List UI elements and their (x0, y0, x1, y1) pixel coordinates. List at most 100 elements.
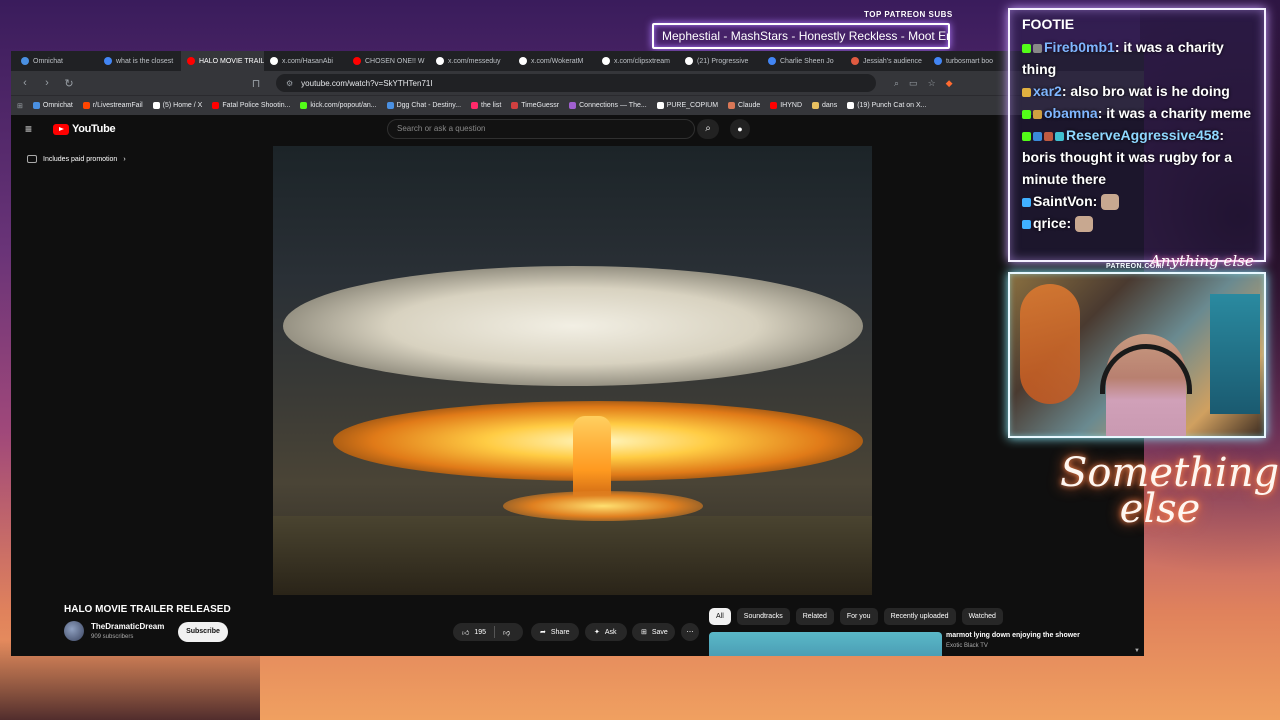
bookmark-favicon-icon (728, 102, 736, 109)
save-button[interactable]: ⊞ Save (632, 623, 675, 641)
more-options-icon[interactable]: ⋯ (681, 623, 699, 641)
bookmark-label: Claude (738, 102, 761, 109)
chat-badge-icon (1022, 131, 1031, 141)
browser-tab[interactable]: Charlie Sheen Jo (762, 51, 845, 71)
bookmark-favicon-icon (812, 102, 820, 109)
tab-label: x.com/WokeratM (531, 57, 584, 65)
recommended-video-thumbnail[interactable] (709, 632, 942, 656)
bookmark-label: Omnichat (42, 102, 73, 109)
chat-username[interactable]: SaintVon (1033, 193, 1093, 209)
chat-username[interactable]: ReserveAggressive458 (1066, 127, 1219, 143)
browser-tab[interactable]: HALO MOVIE TRAILER× (181, 51, 264, 71)
filter-chip[interactable]: Related (795, 608, 834, 625)
bookmark-label: TimeGuessr (521, 102, 560, 109)
bookmark-item[interactable]: (5) Home / X (152, 102, 202, 109)
zoom-icon[interactable]: ⌕ (894, 78, 899, 89)
bookmark-item[interactable]: Claude (728, 102, 760, 109)
save-icon: ⊞ (641, 629, 647, 636)
star-icon[interactable]: ☆ (928, 78, 936, 89)
bookmark-icon[interactable]: ⊓ (250, 77, 262, 90)
channel-name[interactable]: TheDramaticDream (91, 622, 164, 631)
bookmark-item[interactable]: Fatal Police Shootin... (212, 102, 290, 109)
webcam-shelf (1210, 294, 1260, 414)
bookmark-item[interactable]: the list (471, 102, 501, 109)
recommended-video-title[interactable]: marmot lying down enjoying the shower (946, 632, 1080, 639)
bookmark-item[interactable]: r/LivestreamFail (82, 102, 143, 109)
filter-chip[interactable]: Recently uploaded (883, 608, 956, 625)
youtube-logo[interactable]: YouTube (53, 123, 116, 135)
tab-label: CHOSEN ONE!! W (365, 57, 425, 65)
bookmark-label: (19) Punch Cat on X... (857, 102, 927, 109)
chat-badge-icon (1033, 109, 1042, 119)
tab-label: x.com/clipsxtream (614, 57, 671, 65)
share-button[interactable]: ➦ Share (531, 623, 579, 641)
bookmark-favicon-icon (656, 102, 664, 109)
chat-badge-icon (1055, 131, 1064, 141)
reload-icon[interactable]: ↻ (63, 77, 75, 90)
bookmark-item[interactable]: kick.com/popout/an... (300, 102, 377, 109)
bookmark-item[interactable]: PURE_COPIUM (656, 102, 718, 109)
promotion-icon (27, 155, 37, 163)
bookmark-item[interactable]: (19) Punch Cat on X... (847, 102, 926, 109)
video-player[interactable] (273, 146, 872, 595)
bookmark-item[interactable]: Connections — The... (569, 102, 647, 109)
chat-badge-icon (1022, 219, 1031, 229)
chat-message: ReserveAggressive458: boris thought it w… (1022, 124, 1252, 190)
url-field[interactable]: ⚙ youtube.com/watch?v=SkYTHTen71I (276, 74, 876, 92)
browser-window: Omnichat what is the closest HALO MOVIE TR… (11, 51, 1144, 656)
channel-avatar[interactable] (64, 621, 84, 641)
microphone-icon[interactable]: ● (730, 119, 750, 139)
bookmark-item[interactable]: TimeGuessr (511, 102, 559, 109)
chat-username[interactable]: obamna (1044, 105, 1098, 121)
search-icon[interactable]: ⌕ (697, 119, 719, 139)
back-icon[interactable]: ‹ (19, 77, 31, 89)
bookmark-item[interactable]: IHYND (770, 102, 802, 109)
tab-label: HALO MOVIE TRAILER (199, 57, 264, 65)
browser-tab[interactable]: Jessiah's audience (845, 51, 928, 71)
forward-icon[interactable]: › (41, 77, 53, 89)
browser-tab[interactable]: turbosmart boo (928, 51, 1011, 71)
chat-username[interactable]: qrice (1033, 215, 1066, 231)
bookmark-label: r/LivestreamFail (92, 102, 143, 109)
bookmark-favicon-icon (770, 102, 778, 109)
browser-tab[interactable]: Omnichat (15, 51, 98, 71)
extension-icon[interactable]: ◆ (946, 78, 953, 89)
browser-tab[interactable]: x.com/clipsxtream (596, 51, 679, 71)
tab-label: Charlie Sheen Jo (780, 57, 834, 65)
browser-tab[interactable]: (21) Progressive (679, 51, 762, 71)
recommended-video-channel[interactable]: Exotic Black TV (946, 643, 988, 649)
tab-label: Omnichat (33, 57, 63, 65)
browser-tab[interactable]: what is the closest (98, 51, 181, 71)
search-input[interactable]: Search or ask a question (387, 119, 695, 139)
apps-icon[interactable]: ⊞ (17, 102, 23, 110)
browser-tab[interactable]: CHOSEN ONE!! W (347, 51, 430, 71)
like-dislike-group[interactable]: 👍︎ 195 👎︎ (453, 623, 523, 641)
tab-favicon-icon (187, 57, 195, 65)
filter-chip[interactable]: All (709, 608, 731, 625)
like-count: 195 (474, 628, 487, 636)
filter-chip[interactable]: For you (839, 608, 878, 625)
cast-icon[interactable]: ▭ (909, 78, 918, 89)
browser-tab[interactable]: x.com/HasanAbi (264, 51, 347, 71)
chat-username[interactable]: Fireb0mb1 (1044, 39, 1115, 55)
thumbs-down-icon[interactable]: 👎︎ (503, 628, 510, 637)
filter-chip[interactable]: Soundtracks (736, 608, 790, 625)
filter-chip[interactable]: Watched (961, 608, 1003, 625)
browser-tab[interactable]: x.com/WokeratM (513, 51, 596, 71)
browser-tab[interactable]: x.com/messeduy (430, 51, 513, 71)
ask-button[interactable]: ✦ Ask (585, 623, 627, 641)
tab-favicon-icon (934, 57, 942, 65)
bookmark-item[interactable]: dans (812, 102, 837, 109)
bookmark-item[interactable]: Omnichat (32, 102, 73, 109)
site-info-icon[interactable]: ⚙ (286, 79, 293, 88)
bookmark-item[interactable]: Dgg Chat - Destiny... (386, 102, 461, 109)
thumbs-up-icon[interactable]: 👍︎ (462, 628, 469, 637)
mushroom-cloud-cap (283, 266, 863, 386)
bookmark-label: dans (822, 102, 838, 109)
menu-icon[interactable]: ≡ (25, 122, 41, 136)
stream-chat-overlay: FOOTIE Fireb0mb1: it was a charity thing… (1008, 8, 1266, 262)
paid-promotion-notice[interactable]: Includes paid promotion › (27, 155, 126, 163)
scroll-down-icon[interactable]: ▼ (1134, 648, 1140, 654)
chat-username[interactable]: xar2 (1033, 83, 1062, 99)
subscribe-button[interactable]: Subscribe (178, 622, 228, 642)
